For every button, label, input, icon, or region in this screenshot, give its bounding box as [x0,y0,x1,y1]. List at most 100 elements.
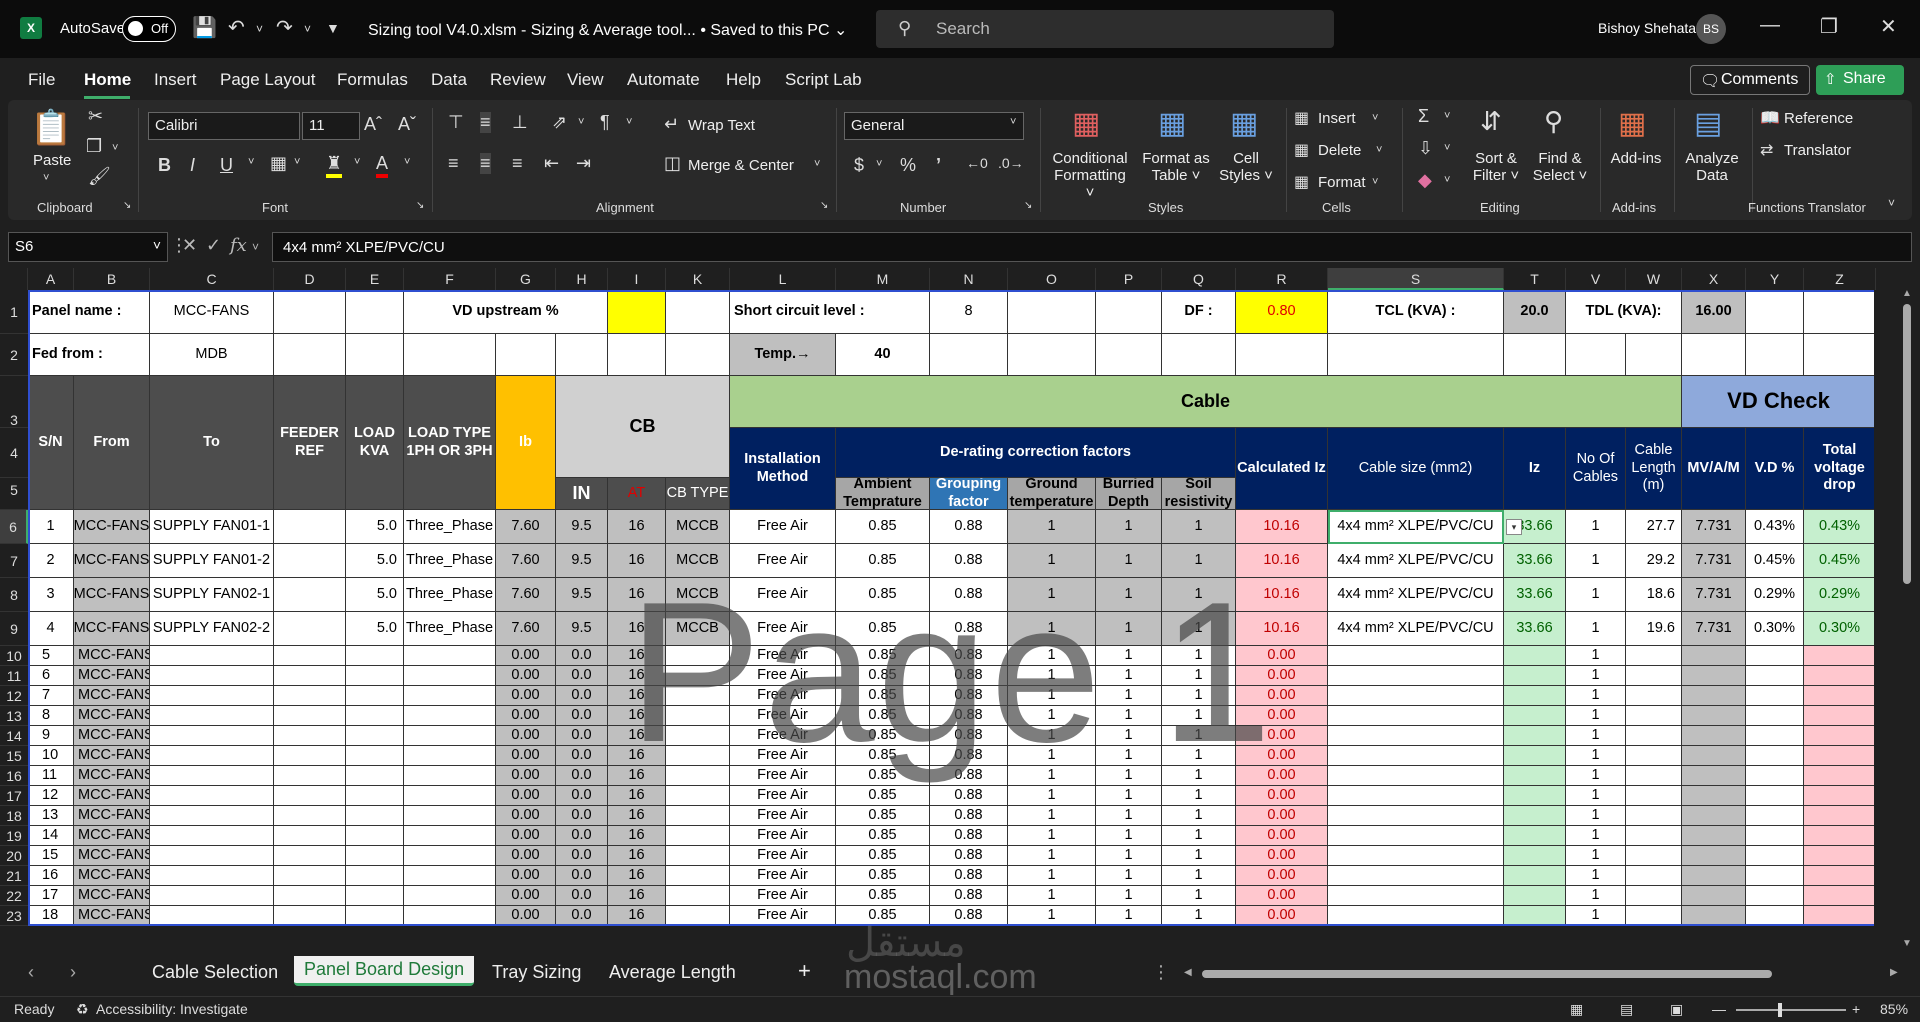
merge-center-icon[interactable]: ◫ [664,153,681,174]
row-12-grp[interactable]: 0.88 [930,786,1008,806]
row-11-ciz[interactable]: 0.00 [1236,766,1328,786]
sheet-tab-cable-selection[interactable]: Cable Selection [152,962,278,983]
insert-cells-button[interactable]: Insert [1318,110,1356,127]
column-header-d[interactable]: D [274,268,346,290]
row-4-grp[interactable]: 0.88 [930,612,1008,646]
row-12-f[interactable] [404,786,496,806]
row-header-23[interactable]: 23 [0,906,28,926]
short-circuit-value[interactable]: 8 [930,290,1008,334]
name-box[interactable]: S6 ˅ [8,232,168,262]
row-17-e[interactable] [346,886,404,906]
row-1-size[interactable]: 4x4 mm² XLPE/PVC/CU [1328,510,1504,544]
row-3-from[interactable]: MCC-FANS [74,578,150,612]
row-13-t[interactable] [1504,806,1566,826]
row-17-s[interactable] [1328,886,1504,906]
header-iz[interactable]: Iz [1504,428,1566,510]
row-4-mva[interactable]: 7.731 [1682,612,1746,646]
row-4-type[interactable]: Three_Phase [404,612,496,646]
short-circuit-label[interactable]: Short circuit level : [730,290,930,334]
row-14-sn[interactable]: 14 [28,826,74,846]
font-name-select[interactable]: Calibri [148,112,300,140]
row-11-k[interactable] [666,766,730,786]
row-18-from[interactable]: MCC-FANS [74,906,150,926]
row-11-at[interactable]: 16 [608,766,666,786]
addins-button[interactable]: Add-ins [1602,150,1670,167]
row-11-f[interactable] [404,766,496,786]
cell[interactable] [1746,334,1804,376]
row-18-in[interactable]: 0.0 [556,906,608,926]
row-13-d[interactable] [274,806,346,826]
select-all-corner[interactable] [0,268,28,290]
redo-dropdown-icon[interactable]: ˅ [304,22,311,36]
vd-upstream-label[interactable]: VD upstream % [404,290,608,334]
tdl-value[interactable]: 16.00 [1682,290,1746,334]
row-3-ciz[interactable]: 10.16 [1236,578,1328,612]
row-2-type[interactable]: Three_Phase [404,544,496,578]
row-18-t[interactable] [1504,906,1566,926]
row-13-grp[interactable]: 0.88 [930,806,1008,826]
cell-styles-button[interactable]: Cell Styles ˅ [1216,150,1276,184]
zoom-slider[interactable] [1736,1009,1846,1011]
row-header-18[interactable]: 18 [0,806,28,826]
tcl-label[interactable]: TCL (KVA) : [1328,290,1504,334]
row-14-c[interactable] [150,826,274,846]
autosave-toggle[interactable]: Off [122,16,176,42]
row-3-size[interactable]: 4x4 mm² XLPE/PVC/CU [1328,578,1504,612]
format-dropdown-icon[interactable]: ˅ [1372,176,1378,188]
row-15-y[interactable] [1746,846,1804,866]
row-8-y[interactable] [1746,706,1804,726]
row-12-ib[interactable]: 0.00 [496,786,556,806]
row-5-ib[interactable]: 0.00 [496,646,556,666]
row-13-inst[interactable]: Free Air [730,806,836,826]
row-17-t[interactable] [1504,886,1566,906]
row-18-c[interactable] [150,906,274,926]
header-derating[interactable]: De-rating correction factors [836,428,1236,478]
row-2-at[interactable]: 16 [608,544,666,578]
row-6-at[interactable]: 16 [608,666,666,686]
row-3-cbtype[interactable]: MCCB [666,578,730,612]
row-16-at[interactable]: 16 [608,866,666,886]
row-2-iz[interactable]: 33.66 [1504,544,1566,578]
column-header-l[interactable]: L [730,268,836,290]
add-sheet-icon[interactable]: + [798,958,811,984]
row-10-bd[interactable]: 1 [1096,746,1162,766]
column-header-i[interactable]: I [608,268,666,290]
fed-from-label[interactable]: Fed from : [28,334,150,376]
row-17-x[interactable] [1682,886,1746,906]
cell[interactable] [1804,290,1874,334]
text-direction-dropdown-icon[interactable]: ˅ [626,116,632,128]
save-icon[interactable]: 💾 [192,15,217,40]
row-16-f[interactable] [404,866,496,886]
row-10-at[interactable]: 16 [608,746,666,766]
row-6-ciz[interactable]: 0.00 [1236,666,1328,686]
row-18-sr[interactable]: 1 [1162,906,1236,926]
fill-color-icon[interactable]: ♜ [326,153,343,178]
row-3-len[interactable]: 18.6 [1626,578,1682,612]
row-18-ciz[interactable]: 0.00 [1236,906,1328,926]
header-cb[interactable]: CB [556,376,730,478]
row-10-gt[interactable]: 1 [1008,746,1096,766]
row-16-ciz[interactable]: 0.00 [1236,866,1328,886]
row-10-x[interactable] [1682,746,1746,766]
row-15-inst[interactable]: Free Air [730,846,836,866]
header-grouping[interactable]: Grouping factor [930,478,1008,510]
row-4-len[interactable]: 19.6 [1626,612,1682,646]
row-header-2[interactable]: 2 [0,334,28,376]
minimize-icon[interactable]: — [1760,14,1780,37]
row-10-grp[interactable]: 0.88 [930,746,1008,766]
row-3-sn[interactable]: 3 [28,578,74,612]
row-5-w[interactable] [1626,646,1682,666]
row-3-iz[interactable]: 33.66 [1504,578,1566,612]
row-4-feeder[interactable] [274,612,346,646]
row-header-13[interactable]: 13 [0,706,28,726]
row-1-amb[interactable]: 0.85 [836,510,930,544]
row-10-sr[interactable]: 1 [1162,746,1236,766]
row-9-k[interactable] [666,726,730,746]
row-header-1[interactable]: 1 [0,290,28,334]
align-middle-icon[interactable]: ≡ [480,112,491,133]
row-1-from[interactable]: MCC-FANS [74,510,150,544]
cell[interactable] [1504,334,1566,376]
row-13-ciz[interactable]: 0.00 [1236,806,1328,826]
row-7-t[interactable] [1504,686,1566,706]
row-16-y[interactable] [1746,866,1804,886]
